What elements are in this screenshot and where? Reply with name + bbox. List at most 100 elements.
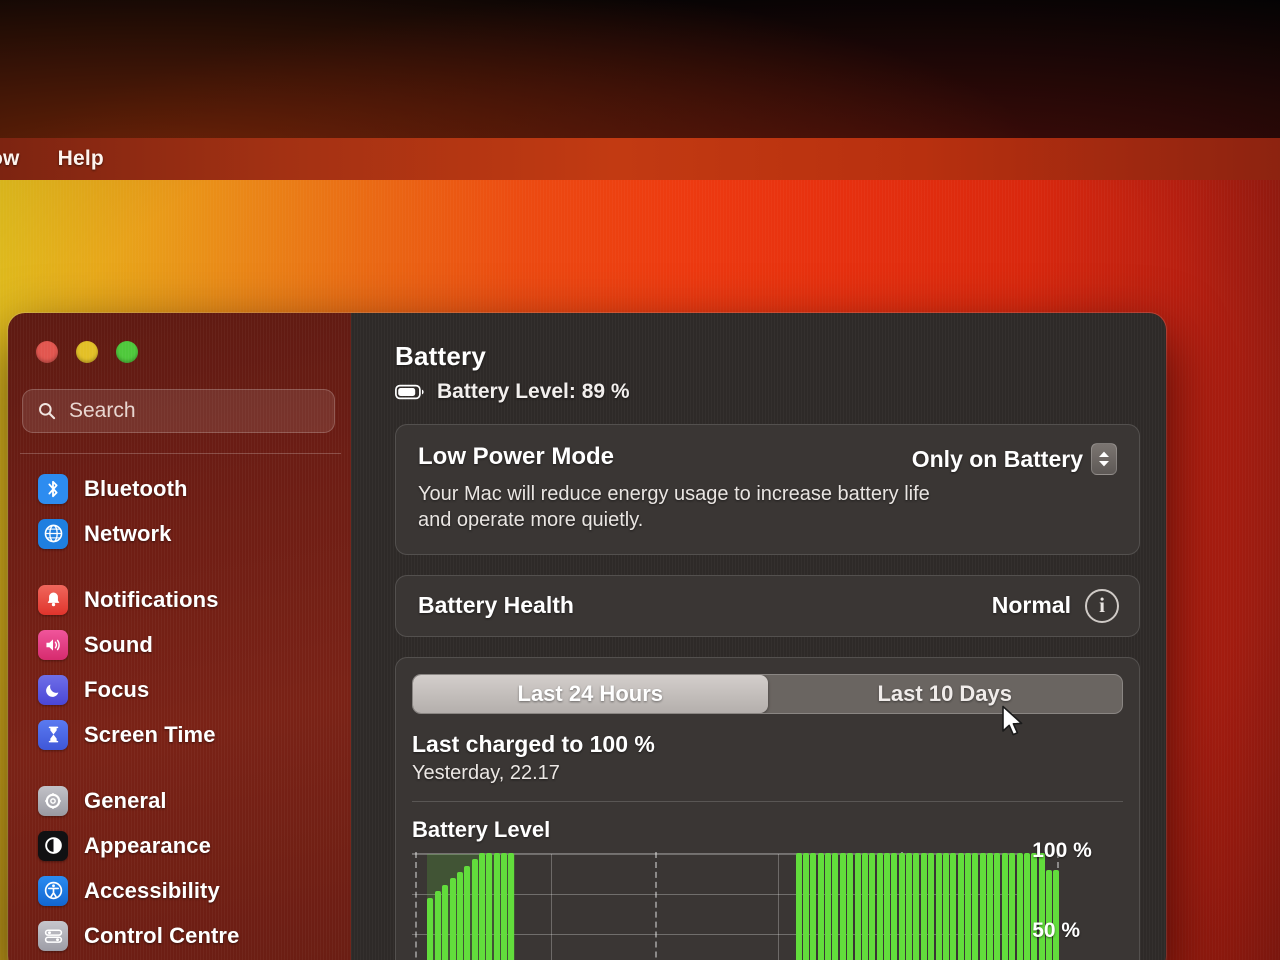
chart-bar [979, 852, 986, 960]
chart-bar [501, 852, 508, 960]
chart-bar [906, 852, 913, 960]
y-axis-tick-label: 100 % [1032, 838, 1092, 862]
tab-last-24-hours[interactable]: Last 24 Hours [413, 674, 768, 713]
sidebar-item-label: Notifications [84, 586, 219, 612]
chart-bar [898, 852, 905, 960]
chart-bar [920, 852, 927, 960]
low-power-mode-title: Low Power Mode [418, 443, 615, 470]
maximize-button[interactable] [116, 341, 138, 363]
y-axis-tick-label: 50 % [1032, 918, 1081, 942]
chart-bar [478, 852, 485, 960]
sidebar-item-focus[interactable]: Focus [8, 667, 351, 712]
sidebar-item-general[interactable]: General [8, 778, 351, 823]
menu-item-help[interactable]: Help [58, 147, 104, 171]
sidebar-list: Bluetooth Network Notifications Sound Fo… [8, 454, 351, 960]
sidebar-item-label: Sound [84, 631, 153, 657]
chart-bar [427, 897, 434, 960]
menu-item-window[interactable]: low [0, 147, 20, 171]
sidebar-item-label: Screen Time [84, 721, 216, 747]
sidebar-item-label: Appearance [84, 832, 211, 858]
chart-bar [1009, 852, 1016, 960]
chart-bar [854, 852, 861, 960]
chart-bar [839, 852, 846, 960]
window-controls [8, 341, 351, 363]
chart-bar [987, 852, 994, 960]
chart-bar [891, 852, 898, 960]
battery-health-value: Normal [991, 592, 1071, 619]
battery-health-label: Battery Health [418, 592, 574, 619]
sidebar-item-bluetooth[interactable]: Bluetooth [8, 466, 351, 511]
mouse-cursor [1002, 705, 1023, 736]
chart-bar [883, 852, 890, 960]
sliders-icon [38, 920, 68, 951]
chart-bar [493, 852, 500, 960]
info-icon[interactable]: i [1085, 588, 1119, 623]
chart-bar [869, 852, 876, 960]
low-power-mode-value: Only on Battery [911, 445, 1083, 472]
chart-bar [464, 865, 471, 960]
content-pane: Battery Battery Level: 89 % Low Power Mo… [351, 313, 1166, 960]
bell-icon [38, 584, 68, 615]
sidebar-item-appearance[interactable]: Appearance [8, 823, 351, 868]
chart-bar [471, 859, 478, 960]
sidebar-item-screen-time[interactable]: Screen Time [8, 712, 351, 757]
battery-usage-card: Last 24 Hours Last 10 Days Last charged … [395, 656, 1140, 960]
last-charged-time: Yesterday, 22.17 [412, 761, 560, 784]
chart-bar [1001, 852, 1008, 960]
chart-bar [456, 871, 463, 960]
battery-level-chart: 100 %50 %0 % [412, 839, 1123, 960]
chart-bar [942, 852, 949, 960]
globe-icon [38, 518, 68, 549]
sidebar: Search Bluetooth Network Notifications S… [8, 313, 351, 960]
chart-bar [861, 852, 868, 960]
display-bezel [0, 0, 1280, 138]
gear-icon [38, 785, 68, 816]
sidebar-item-accessibility[interactable]: Accessibility [8, 868, 351, 913]
chart-bar [810, 852, 817, 960]
search-input[interactable]: Search [22, 389, 335, 433]
chart-bar [950, 852, 957, 960]
usage-separator [412, 800, 1123, 802]
chart-plot-area [412, 851, 1060, 960]
chart-bar [928, 852, 935, 960]
sidebar-item-label: Control Centre [84, 922, 240, 948]
chart-y-axis: 100 %50 %0 % [1018, 839, 1123, 960]
low-power-mode-popup-button[interactable]: Only on Battery [912, 443, 1117, 475]
moon-icon [38, 674, 68, 705]
sidebar-item-label: Focus [84, 676, 150, 702]
battery-health-card: Battery Health Normal i [395, 574, 1140, 637]
chart-bar [817, 852, 824, 960]
low-power-mode-card: Low Power Mode Only on Battery Your Mac … [395, 424, 1140, 555]
sidebar-item-sound[interactable]: Sound [8, 622, 351, 667]
sidebar-item-network[interactable]: Network [8, 511, 351, 556]
page-title: Battery [395, 341, 486, 371]
chart-bar [964, 852, 971, 960]
close-button[interactable] [36, 341, 58, 363]
speaker-icon [38, 629, 68, 660]
chart-bar [442, 884, 449, 960]
minimize-button[interactable] [76, 341, 98, 363]
chart-bar [449, 878, 456, 960]
sidebar-item-control-centre[interactable]: Control Centre [8, 913, 351, 958]
chart-title: Battery Level [412, 816, 551, 842]
contrast-icon [38, 830, 68, 861]
battery-health-right: Normal i [991, 588, 1119, 623]
sidebar-item-label: Accessibility [84, 877, 220, 903]
system-settings-window: Search Bluetooth Network Notifications S… [8, 313, 1166, 960]
low-power-mode-description: Your Mac will reduce energy usage to inc… [418, 483, 930, 532]
bluetooth-icon [38, 473, 68, 504]
chart-bar [876, 852, 883, 960]
sidebar-item-label: General [84, 787, 167, 813]
battery-level-text: Battery Level: 89 % [437, 380, 630, 403]
battery-level-row: Battery Level: 89 % [395, 380, 1140, 404]
chart-bar [802, 852, 809, 960]
sidebar-item-notifications[interactable]: Notifications [8, 577, 351, 622]
menu-bar: low Help [0, 138, 1280, 180]
chart-bar [508, 852, 515, 960]
tab-last-10-days[interactable]: Last 10 Days [768, 675, 1123, 713]
chart-bar [913, 852, 920, 960]
search-icon [39, 403, 56, 420]
chart-bar [847, 852, 854, 960]
chart-bars [412, 852, 1060, 960]
